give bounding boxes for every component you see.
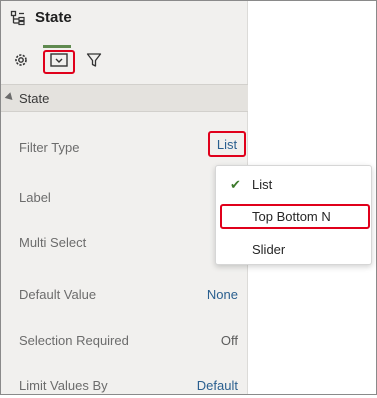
hierarchy-icon	[10, 10, 26, 26]
property-label: Multi Select	[19, 235, 87, 250]
filter-icon	[86, 52, 102, 73]
property-label-row: Label A	[1, 186, 248, 210]
settings-button[interactable]	[10, 51, 32, 73]
filter-button[interactable]	[83, 51, 105, 73]
property-label: Label	[19, 190, 51, 205]
property-label: Default Value	[19, 287, 97, 302]
property-label: Selection Required	[19, 333, 129, 348]
section-label: State	[19, 91, 50, 106]
selection-required-toggle[interactable]: Off	[221, 333, 238, 348]
filter-type-value-button[interactable]: List	[208, 131, 246, 157]
dropdown-option-slider[interactable]: Slider	[216, 236, 371, 264]
property-selection-required: Selection Required Off	[1, 329, 248, 353]
property-multi-select: Multi Select	[1, 231, 248, 255]
property-limit-values-by: Limit Values By Default	[1, 374, 248, 398]
property-label: Filter Type	[19, 140, 80, 155]
dropdown-option-list[interactable]: ✔ List	[216, 171, 371, 199]
section-header-state[interactable]: State	[1, 84, 248, 112]
option-label: Slider	[252, 242, 286, 257]
default-value-link[interactable]: None	[207, 287, 238, 302]
panel-toolbar	[1, 41, 248, 81]
collapse-caret-icon[interactable]	[4, 92, 16, 103]
active-tab-indicator	[43, 45, 71, 48]
panel-header: State	[1, 1, 248, 37]
limit-values-link[interactable]: Default	[197, 378, 238, 393]
panel-title: State	[35, 9, 72, 26]
property-default-value: Default Value None	[1, 283, 248, 307]
option-label: List	[252, 177, 273, 192]
property-label: Limit Values By	[19, 378, 108, 393]
gear-icon	[13, 52, 29, 73]
field-type-highlight	[43, 50, 75, 74]
checkmark-icon: ✔	[230, 177, 241, 192]
top-bottom-n-highlight	[220, 204, 370, 229]
properties-panel: State State Filter Type Label Multi Sele…	[1, 1, 248, 394]
